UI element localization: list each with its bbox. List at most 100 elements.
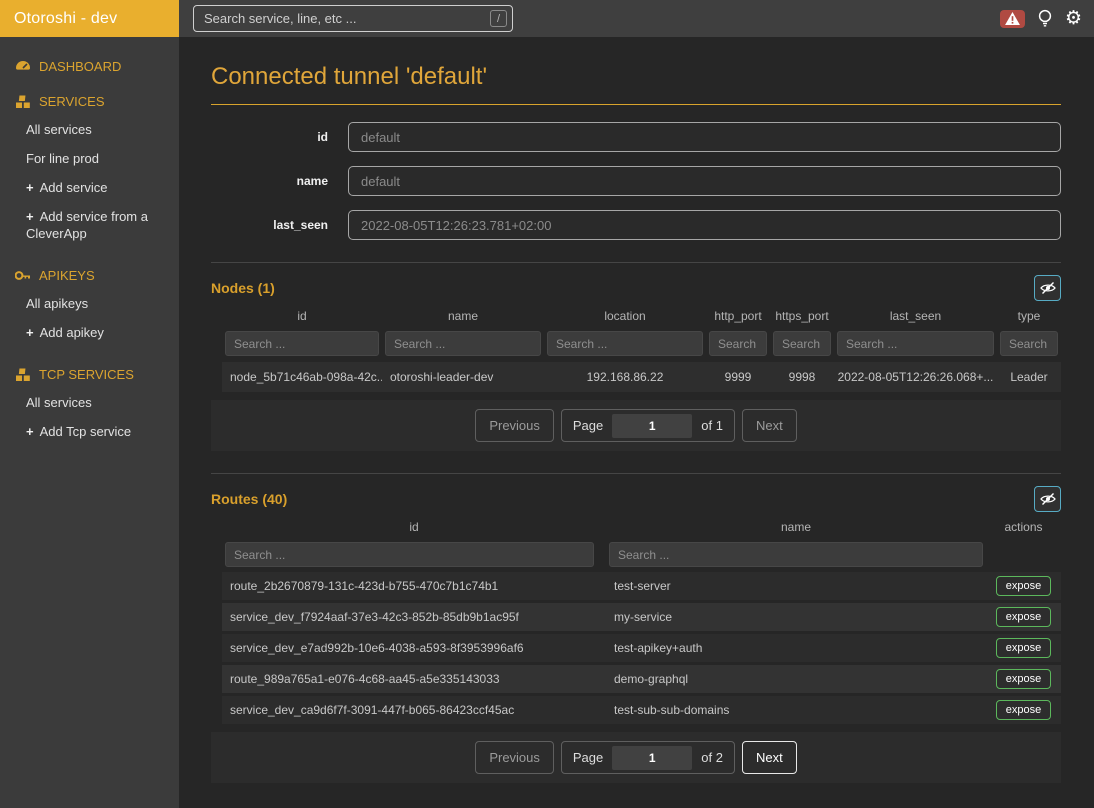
- routes-section-title: Routes (40): [211, 491, 287, 507]
- main-content: Connected tunnel 'default' id name last_…: [179, 37, 1094, 808]
- plus-icon: +: [26, 424, 34, 439]
- page-label: Page: [573, 750, 603, 765]
- plus-icon: +: [26, 325, 34, 340]
- tachometer-icon: [15, 60, 31, 73]
- form-row-last-seen: last_seen: [211, 210, 1061, 240]
- plus-icon: +: [26, 209, 34, 224]
- node-id-cell: node_5b71c46ab-098a-42c...: [222, 362, 382, 392]
- nodes-search-last-seen[interactable]: [837, 331, 994, 356]
- routes-pagination: Previous Page of 2 Next: [211, 732, 1061, 783]
- routes-page-input[interactable]: [612, 746, 692, 770]
- sidebar-item-tcp-all-services[interactable]: All services: [15, 388, 169, 417]
- route-name-cell: test-server: [606, 572, 986, 600]
- nodes-search-location[interactable]: [547, 331, 703, 356]
- route-name-cell: test-apikey+auth: [606, 634, 986, 662]
- name-field[interactable]: [348, 166, 1061, 196]
- node-last-seen-cell: 2022-08-05T12:26:26.068+...: [834, 362, 997, 392]
- sidebar-item-add-service-cleverapp[interactable]: +Add service from a CleverApp: [15, 202, 169, 248]
- routes-table-header: id name actions: [222, 512, 1061, 540]
- nodes-toggle-visibility-button[interactable]: [1034, 275, 1061, 301]
- page-of-label: of 1: [701, 418, 723, 433]
- route-id-cell: service_dev_ca9d6f7f-3091-447f-b065-8642…: [222, 696, 606, 724]
- settings-button[interactable]: ⚙: [1065, 9, 1082, 28]
- route-id-cell: service_dev_e7ad992b-10e6-4038-a593-8f39…: [222, 634, 606, 662]
- routes-section: Routes (40) id name actions route_2b2670…: [211, 473, 1061, 783]
- node-type-cell: Leader: [997, 362, 1061, 392]
- routes-next-button[interactable]: Next: [742, 741, 797, 774]
- global-search[interactable]: /: [193, 5, 513, 32]
- title-divider: [211, 104, 1061, 105]
- sidebar-item-add-tcp-service[interactable]: +Add Tcp service: [15, 417, 169, 446]
- route-id-cell: route_989a765a1-e076-4c68-aa45-a5e335143…: [222, 665, 606, 693]
- nodes-search-id[interactable]: [225, 331, 379, 356]
- routes-toggle-visibility-button[interactable]: [1034, 486, 1061, 512]
- nodes-search-row: [222, 329, 1061, 358]
- route-name-cell: my-service: [606, 603, 986, 631]
- nodes-search-name[interactable]: [385, 331, 541, 356]
- nodes-search-type[interactable]: [1000, 331, 1058, 356]
- last-seen-field[interactable]: [348, 210, 1061, 240]
- routes-search-name[interactable]: [609, 542, 983, 567]
- eye-slash-icon: [1040, 281, 1056, 295]
- nodes-page-input[interactable]: [612, 414, 692, 438]
- expose-button[interactable]: expose: [996, 607, 1051, 627]
- expose-button[interactable]: expose: [996, 700, 1051, 720]
- alerts-button[interactable]: [1000, 10, 1025, 28]
- route-id-cell: route_2b2670879-131c-423d-b755-470c7b1c7…: [222, 572, 606, 600]
- route-id-cell: service_dev_f7924aaf-37e3-42c3-852b-85db…: [222, 603, 606, 631]
- nodes-search-http-port[interactable]: [709, 331, 767, 356]
- node-https-port-cell: 9998: [770, 362, 834, 392]
- sidebar-item-dashboard[interactable]: DASHBOARD: [15, 59, 169, 74]
- page-of-label: of 2: [701, 750, 723, 765]
- form-row-id: id: [211, 122, 1061, 152]
- key-icon: [15, 269, 31, 282]
- id-label: id: [211, 130, 348, 144]
- gear-icon: ⚙: [1065, 9, 1082, 28]
- sidebar: DASHBOARD SERVICES All services For line…: [0, 37, 179, 808]
- page-label: Page: [573, 418, 603, 433]
- topbar: Otoroshi - dev / ⚙: [0, 0, 1094, 37]
- page-title: Connected tunnel 'default': [211, 63, 1061, 91]
- node-http-port-cell: 9999: [706, 362, 770, 392]
- eye-slash-icon: [1040, 492, 1056, 506]
- routes-search-row: [222, 540, 1061, 569]
- sidebar-item-all-services[interactable]: All services: [15, 115, 169, 144]
- sidebar-section-services[interactable]: SERVICES: [15, 94, 169, 109]
- id-field[interactable]: [348, 122, 1061, 152]
- table-row[interactable]: service_dev_e7ad992b-10e6-4038-a593-8f39…: [222, 634, 1061, 662]
- brand-logo[interactable]: Otoroshi - dev: [0, 0, 179, 37]
- plus-icon: +: [26, 180, 34, 195]
- name-label: name: [211, 174, 348, 188]
- nodes-next-button[interactable]: Next: [742, 409, 797, 442]
- nodes-table-header: id name location http_port https_port la…: [222, 301, 1061, 329]
- lightbulb-icon: [1038, 9, 1052, 28]
- lightbulb-button[interactable]: [1038, 9, 1052, 28]
- sidebar-section-tcp-services[interactable]: TCP SERVICES: [15, 367, 169, 382]
- sidebar-section-apikeys[interactable]: APIKEYS: [15, 268, 169, 283]
- cubes-icon: [15, 368, 31, 382]
- nodes-page-group: Page of 1: [561, 409, 735, 442]
- expose-button[interactable]: expose: [996, 638, 1051, 658]
- sidebar-item-for-line-prod[interactable]: For line prod: [15, 144, 169, 173]
- table-row[interactable]: node_5b71c46ab-098a-42c... otoroshi-lead…: [222, 362, 1061, 392]
- nodes-previous-button[interactable]: Previous: [475, 409, 554, 442]
- nodes-section: Nodes (1) id name location http_port htt…: [211, 262, 1061, 451]
- node-location-cell: 192.168.86.22: [544, 362, 706, 392]
- search-input[interactable]: [204, 11, 490, 26]
- table-row[interactable]: service_dev_f7924aaf-37e3-42c3-852b-85db…: [222, 603, 1061, 631]
- table-row[interactable]: route_989a765a1-e076-4c68-aa45-a5e335143…: [222, 665, 1061, 693]
- last-seen-label: last_seen: [211, 218, 348, 232]
- expose-button[interactable]: expose: [996, 669, 1051, 689]
- routes-search-id[interactable]: [225, 542, 594, 567]
- table-row[interactable]: service_dev_ca9d6f7f-3091-447f-b065-8642…: [222, 696, 1061, 724]
- route-name-cell: demo-graphql: [606, 665, 986, 693]
- table-row[interactable]: route_2b2670879-131c-423d-b755-470c7b1c7…: [222, 572, 1061, 600]
- warning-triangle-icon: [1005, 12, 1020, 25]
- nodes-search-https-port[interactable]: [773, 331, 831, 356]
- sidebar-item-add-apikey[interactable]: +Add apikey: [15, 318, 169, 347]
- route-name-cell: test-sub-sub-domains: [606, 696, 986, 724]
- expose-button[interactable]: expose: [996, 576, 1051, 596]
- routes-previous-button[interactable]: Previous: [475, 741, 554, 774]
- sidebar-item-add-service[interactable]: +Add service: [15, 173, 169, 202]
- sidebar-item-all-apikeys[interactable]: All apikeys: [15, 289, 169, 318]
